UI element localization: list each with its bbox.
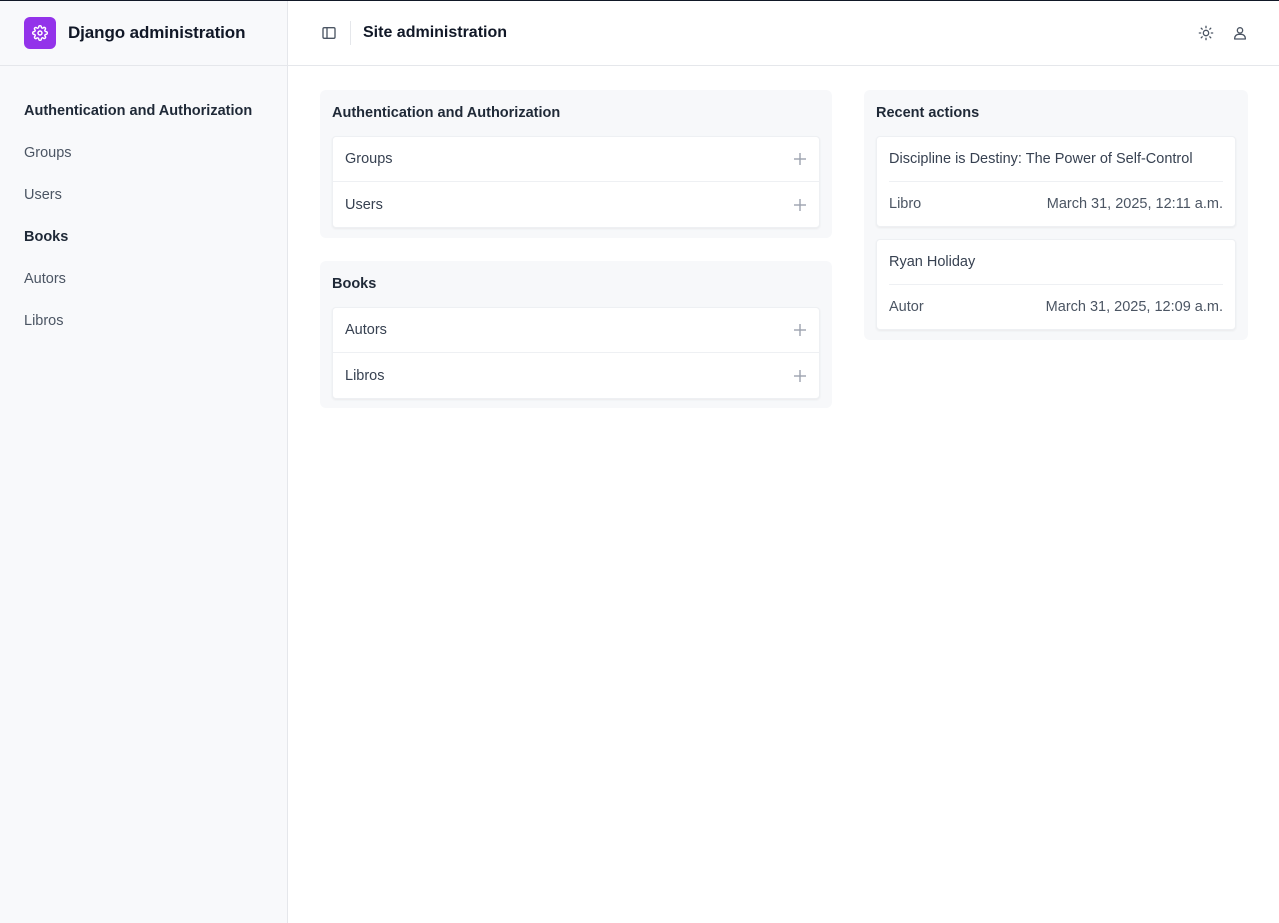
plus-icon[interactable] bbox=[793, 198, 807, 212]
recent-action-date: March 31, 2025, 12:09 a.m. bbox=[1045, 299, 1223, 315]
brand[interactable]: Django administration bbox=[0, 1, 287, 66]
header: Site administration bbox=[288, 1, 1279, 66]
recent-action-type: Libro bbox=[889, 196, 922, 212]
module-title: Books bbox=[332, 276, 377, 292]
recent-actions: Recent actions Discipline is Destiny: Th… bbox=[864, 90, 1248, 340]
recent-action-item: Discipline is Destiny: The Power of Self… bbox=[876, 136, 1236, 227]
module-row-autors[interactable]: Autors bbox=[333, 308, 819, 353]
module-row-libros[interactable]: Libros bbox=[333, 353, 819, 398]
sidebar: Django administration Authentication and… bbox=[0, 1, 288, 923]
brand-title: Django administration bbox=[68, 23, 246, 42]
sidebar-section-auth: Authentication and Authorization bbox=[24, 103, 253, 119]
sidebar-item-users[interactable]: Users bbox=[24, 174, 263, 216]
recent-actions-title: Recent actions bbox=[876, 105, 980, 121]
module-row-label: Users bbox=[345, 196, 383, 213]
sidebar-toggle-icon[interactable] bbox=[320, 24, 338, 42]
module-row-users[interactable]: Users bbox=[333, 182, 819, 227]
recent-action-date: March 31, 2025, 12:11 a.m. bbox=[1046, 196, 1223, 212]
plus-icon[interactable] bbox=[793, 152, 807, 166]
recent-action-meta: Autor March 31, 2025, 12:09 a.m. bbox=[889, 285, 1223, 329]
plus-icon[interactable] bbox=[793, 369, 807, 383]
page-title: Site administration bbox=[363, 24, 508, 41]
sun-icon[interactable] bbox=[1197, 24, 1215, 42]
header-actions bbox=[1197, 24, 1249, 42]
sidebar-item-libros[interactable]: Libros bbox=[24, 300, 263, 342]
recent-action-link[interactable]: Ryan Holiday bbox=[889, 240, 1223, 285]
recent-action-meta: Libro March 31, 2025, 12:11 a.m. bbox=[889, 182, 1223, 226]
user-icon[interactable] bbox=[1231, 24, 1249, 42]
sidebar-item-groups[interactable]: Groups bbox=[24, 132, 263, 174]
module-card: Autors Libros bbox=[332, 307, 820, 399]
module-books: Books Autors Libros bbox=[320, 261, 832, 408]
plus-icon[interactable] bbox=[793, 323, 807, 337]
recent-action-item: Ryan Holiday Autor March 31, 2025, 12:09… bbox=[876, 239, 1236, 330]
recent-action-type: Autor bbox=[889, 299, 924, 315]
module-row-label: Groups bbox=[345, 151, 393, 167]
module-auth: Authentication and Authorization Groups … bbox=[320, 90, 832, 238]
sidebar-section-books: Books bbox=[24, 229, 69, 245]
header-divider bbox=[350, 21, 351, 45]
sidebar-item-autors[interactable]: Autors bbox=[24, 258, 263, 300]
module-title: Authentication and Authorization bbox=[332, 105, 561, 121]
module-row-groups[interactable]: Groups bbox=[333, 137, 819, 182]
gear-icon bbox=[24, 17, 56, 49]
module-card: Groups Users bbox=[332, 136, 820, 228]
sidebar-nav: Authentication and Authorization Groups … bbox=[0, 66, 287, 342]
module-row-label: Libros bbox=[345, 367, 385, 384]
module-row-label: Autors bbox=[345, 322, 387, 338]
recent-action-link[interactable]: Discipline is Destiny: The Power of Self… bbox=[889, 137, 1223, 182]
